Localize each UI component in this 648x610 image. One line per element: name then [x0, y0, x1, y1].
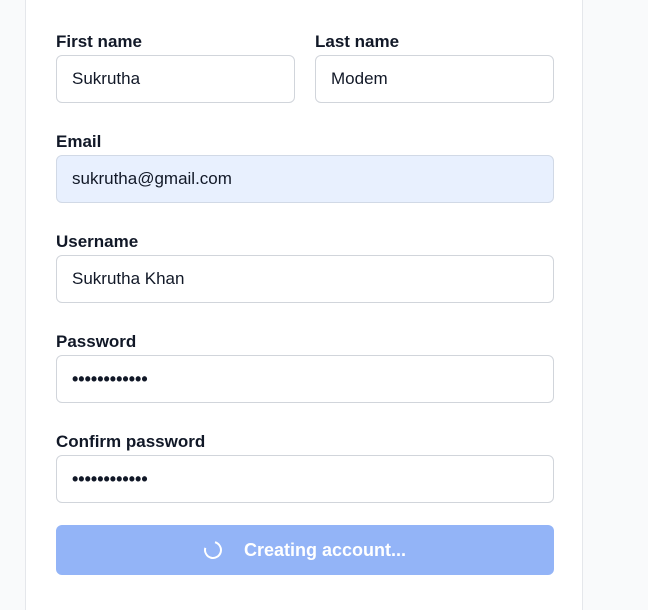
confirm-password-field[interactable]: •••••••••••• — [56, 455, 554, 503]
create-account-button[interactable]: Creating account... — [56, 525, 554, 575]
username-field[interactable]: Sukrutha Khan — [56, 255, 554, 303]
spinner-icon — [200, 537, 226, 563]
last-name-field[interactable]: Modem — [315, 55, 554, 103]
username-label: Username — [56, 232, 139, 251]
first-name-label: First name — [56, 32, 142, 51]
last-name-label: Last name — [315, 32, 400, 51]
first-name-field[interactable]: Sukrutha — [56, 55, 295, 103]
create-account-button-label: Creating account... — [243, 539, 407, 560]
confirm-password-label: Confirm password — [56, 432, 206, 451]
email-field[interactable]: sukrutha@gmail.com — [56, 155, 554, 203]
email-label: Email — [56, 132, 102, 151]
password-field[interactable]: •••••••••••• — [56, 355, 554, 403]
password-label: Password — [56, 332, 137, 351]
